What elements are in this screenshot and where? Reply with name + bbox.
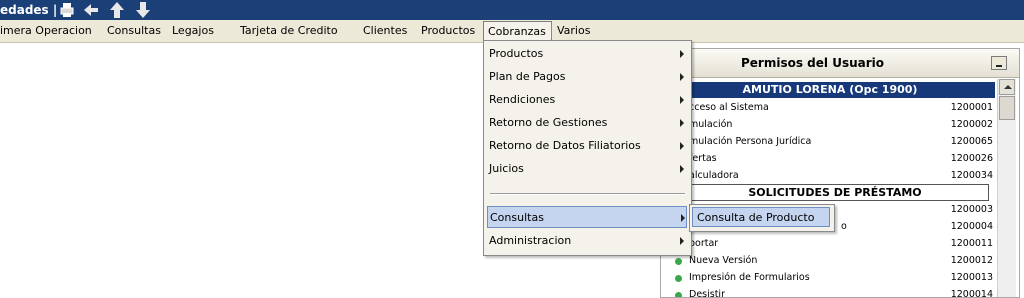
dropdown-item-retorno-de-gestiones[interactable]: Retorno de Gestiones (487, 112, 687, 134)
chevron-right-icon (680, 142, 684, 150)
permission-row: Nueva Versión 1200012 (665, 253, 995, 269)
scroll-thumb[interactable] (999, 96, 1015, 120)
permission-row: Impresión de Formularios 1200013 (665, 270, 995, 286)
permission-label: o (841, 221, 847, 232)
permission-code: 1200003 (950, 204, 993, 215)
status-dot-icon (675, 275, 682, 282)
dropdown-item-label: Retorno de Datos Filiatorios (489, 139, 641, 152)
permission-row: cceso al Sistema 1200001 (665, 100, 995, 116)
chevron-right-icon (680, 96, 684, 104)
menu-clientes[interactable]: Clientes (363, 24, 407, 37)
printer-icon[interactable] (58, 1, 76, 19)
permission-label: alculadora (689, 170, 739, 181)
up-arrow-icon[interactable] (108, 1, 126, 19)
menu-consultas[interactable]: Consultas (107, 24, 161, 37)
toolbar-title: edades | (0, 3, 58, 17)
chevron-right-icon (680, 165, 684, 173)
permission-code: 1200034 (950, 170, 993, 181)
permission-code: 1200013 (950, 272, 993, 283)
dropdown-item-label: Administracion (489, 234, 572, 247)
permission-row: mulación Persona Jurídica 1200065 (665, 134, 995, 150)
down-arrow-icon[interactable] (134, 1, 152, 19)
minimize-button[interactable] (991, 56, 1007, 70)
permission-row: mulación 1200002 (665, 117, 995, 133)
permission-code: 1200004 (950, 221, 993, 232)
permission-row: fertas 1200026 (665, 151, 995, 167)
chevron-right-icon (680, 237, 684, 245)
dropdown-item-label: Productos (489, 47, 544, 60)
dropdown-item-productos[interactable]: Productos (487, 43, 687, 65)
permission-label: Nueva Versión (689, 255, 758, 266)
menu-varios[interactable]: Varios (557, 24, 590, 37)
chevron-right-icon (680, 119, 684, 127)
menu-primera-operacion[interactable]: imera Operacion (0, 24, 92, 37)
status-dot-icon (675, 258, 682, 265)
permission-label: fertas (689, 153, 717, 164)
menu-separator (551, 23, 552, 39)
permission-label: mulación Persona Jurídica (689, 136, 812, 147)
dropdown-item-label: Consultas (490, 211, 544, 224)
dropdown-item-plan-de-pagos[interactable]: Plan de Pagos (487, 66, 687, 88)
chevron-right-icon (681, 214, 685, 222)
permission-code: 1200065 (950, 136, 993, 147)
permission-code: 1200002 (950, 119, 993, 130)
permission-row: alculadora 1200034 (665, 168, 995, 184)
dropdown-item-consultas[interactable]: Consultas (487, 206, 687, 228)
panel-title: Permisos del Usuario (741, 56, 884, 70)
back-arrow-icon[interactable] (82, 1, 100, 19)
dropdown-item-retorno-de-datos-filiatorios[interactable]: Retorno de Datos Filiatorios (487, 135, 687, 157)
panel-header: Permisos del Usuario (661, 49, 1019, 78)
dropdown-item-label: Rendiciones (489, 93, 556, 106)
permission-label: Impresión de Formularios (689, 272, 810, 283)
permission-code: 1200011 (950, 238, 993, 249)
dropdown-item-label: Juicios (489, 162, 524, 175)
permission-label: mulación (689, 119, 733, 130)
dropdown-item-rendiciones[interactable]: Rendiciones (487, 89, 687, 111)
status-dot-icon (675, 292, 682, 297)
submenu-item-consulta-de-producto[interactable]: Consulta de Producto (692, 207, 830, 227)
permission-label: cceso al Sistema (689, 102, 769, 113)
dropdown-item-juicios[interactable]: Juicios (487, 158, 687, 180)
permission-row: portar 1200011 (665, 236, 995, 252)
permission-code: 1200001 (950, 102, 993, 113)
top-toolbar: edades | (0, 0, 1024, 20)
dropdown-separator (490, 193, 685, 195)
permission-code: 1200026 (950, 153, 993, 164)
menu-cobranzas-label: Cobranzas (488, 25, 546, 38)
user-name-bar: AMUTIO LORENA (Opc 1900) (665, 82, 995, 98)
menu-productos[interactable]: Productos (421, 24, 475, 37)
menu-cobranzas[interactable]: Cobranzas (483, 21, 552, 42)
dropdown-item-label: Retorno de Gestiones (489, 116, 608, 129)
consultas-submenu: Consulta de Producto (689, 204, 835, 232)
submenu-item-label: Consulta de Producto (697, 211, 815, 224)
vertical-scrollbar[interactable] (997, 79, 1016, 297)
dropdown-item-label: Plan de Pagos (489, 70, 566, 83)
dropdown-item-administracion[interactable]: Administracion (487, 230, 687, 252)
cobranzas-dropdown: Productos Plan de Pagos Rendiciones Reto… (483, 40, 692, 256)
chevron-right-icon (680, 50, 684, 58)
permissions-panel: Permisos del Usuario AMUTIO LORENA (Opc … (660, 48, 1020, 298)
section-header: SOLICITUDES DE PRÉSTAMO (681, 184, 989, 201)
permission-label: portar (689, 238, 719, 249)
menu-legajos[interactable]: Legajos (172, 24, 214, 37)
chevron-right-icon (680, 73, 684, 81)
scroll-up-icon[interactable] (999, 79, 1015, 95)
menu-tarjeta-de-credito[interactable]: Tarjeta de Credito (240, 24, 338, 37)
permission-code: 1200012 (950, 255, 993, 266)
